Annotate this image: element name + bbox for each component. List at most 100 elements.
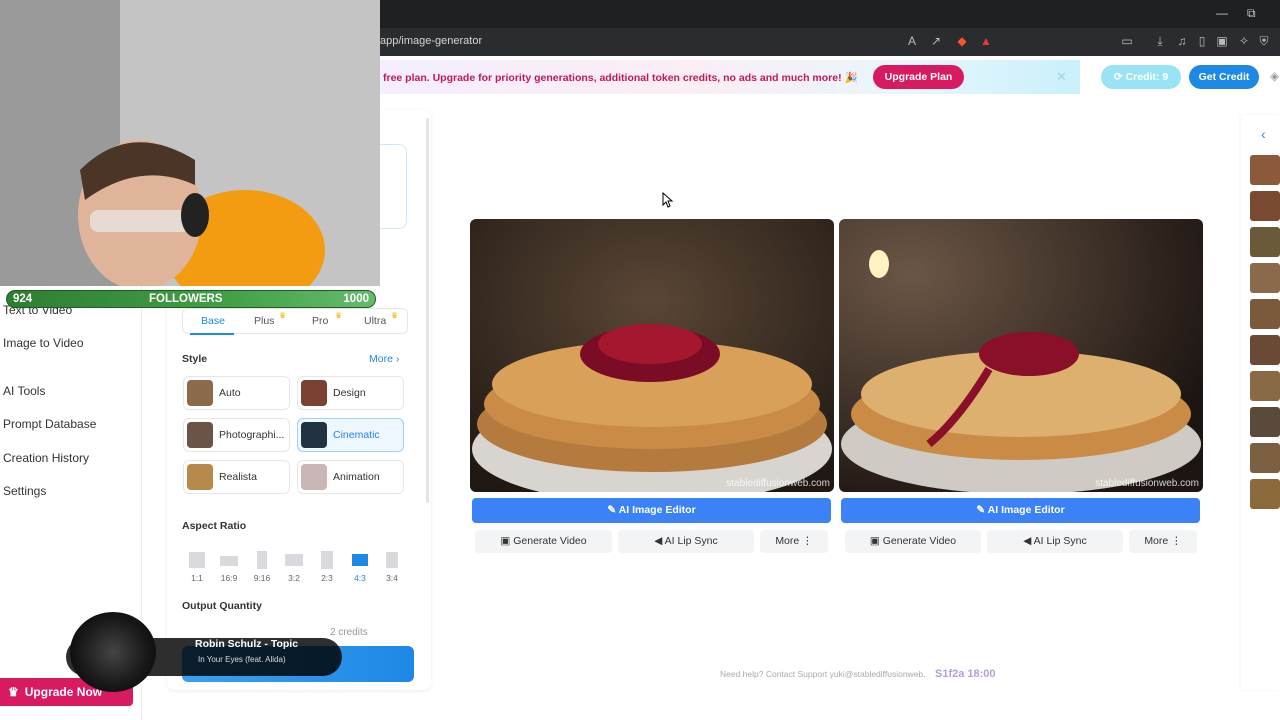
vpn-icon[interactable]: ⛨: [1257, 34, 1271, 48]
share-icon[interactable]: ↗: [929, 34, 943, 48]
pancake-image: [839, 219, 1203, 492]
history-thumb[interactable]: [1250, 263, 1280, 293]
history-thumb[interactable]: [1250, 299, 1280, 329]
ai-lip-sync-label: AI Lip Sync: [664, 535, 718, 547]
banner-text: free plan. Upgrade for priority generati…: [383, 72, 858, 84]
history-thumb[interactable]: [1250, 335, 1280, 365]
ai-image-editor-button[interactable]: ✎ AI Image Editor: [841, 498, 1200, 523]
tab-base[interactable]: Base: [201, 315, 225, 327]
style-card-auto[interactable]: Auto: [183, 376, 290, 410]
sidebar-item-settings[interactable]: Settings: [3, 484, 46, 498]
sidebar-item-creation-history[interactable]: Creation History: [3, 451, 89, 465]
panel-scrollbar[interactable]: [426, 118, 429, 503]
ratio-4-3[interactable]: 4:3: [346, 547, 374, 587]
ratio-label: 1:1: [191, 573, 203, 583]
result-image-2[interactable]: stablediffusionweb.com: [839, 219, 1203, 492]
translate-icon[interactable]: A: [905, 34, 919, 48]
ratio-16-9[interactable]: 16:9: [215, 547, 243, 587]
style-name: Realista: [219, 471, 257, 483]
prompt-input-box[interactable]: [380, 144, 407, 229]
close-icon[interactable]: ✕: [1056, 69, 1067, 85]
history-thumb[interactable]: [1250, 407, 1280, 437]
more-label: More: [775, 535, 800, 547]
wallet-icon[interactable]: ▣: [1215, 34, 1229, 48]
more-button[interactable]: More ⋮: [760, 530, 828, 553]
media-icon[interactable]: ♫: [1175, 34, 1189, 48]
sidebar-icon[interactable]: ▯: [1195, 34, 1209, 48]
ratio-shape: [386, 552, 398, 568]
generate-video-button[interactable]: ▣ Generate Video: [475, 530, 612, 553]
reader-icon[interactable]: ▭: [1120, 34, 1134, 48]
ai-image-editor-button[interactable]: ✎ AI Image Editor: [472, 498, 831, 523]
style-name: Cinematic: [333, 429, 380, 441]
ratio-shape: [321, 551, 333, 569]
ratio-2-3[interactable]: 2:3: [313, 547, 341, 587]
crown-icon: ♛: [8, 685, 19, 699]
followers-count: 924: [13, 293, 33, 305]
ratio-3-4[interactable]: 3:4: [378, 547, 406, 587]
tab-ultra[interactable]: Ultra: [364, 315, 386, 327]
ratio-shape: [285, 554, 303, 566]
ratio-label: 4:3: [354, 573, 366, 583]
gem-icon[interactable]: ◈: [1270, 69, 1279, 83]
lip-sync-icon: ◀: [654, 535, 665, 547]
history-thumb[interactable]: [1250, 191, 1280, 221]
style-card-animation[interactable]: Animation: [297, 460, 404, 494]
style-name: Design: [333, 387, 366, 399]
crown-icon: ♛: [335, 311, 343, 320]
ai-lip-sync-button[interactable]: ◀ AI Lip Sync: [618, 530, 754, 553]
tab-pro[interactable]: Pro: [312, 315, 328, 327]
style-card-photographic[interactable]: Photographi...: [183, 418, 290, 452]
credit-badge[interactable]: ⟳ Credit: 9: [1101, 65, 1181, 89]
ratio-9-16[interactable]: 9:16: [248, 547, 276, 587]
ai-lip-sync-button[interactable]: ◀ AI Lip Sync: [987, 530, 1123, 553]
minimize-icon[interactable]: —: [1216, 6, 1228, 20]
style-card-cinematic[interactable]: Cinematic: [297, 418, 404, 452]
support-text[interactable]: Need help? Contact Support yuki@stabledi…: [720, 669, 926, 679]
url-text[interactable]: app/image-generator: [380, 35, 482, 47]
chevron-left-icon[interactable]: ‹: [1261, 126, 1266, 142]
history-thumb[interactable]: [1250, 443, 1280, 473]
model-tabs: Base Plus ♛ Pro ♛ Ultra ♛: [182, 308, 408, 335]
more-label: More: [1144, 535, 1169, 547]
history-thumb[interactable]: [1250, 227, 1280, 257]
history-thumb[interactable]: [1250, 371, 1280, 401]
style-card-design[interactable]: Design: [297, 376, 404, 410]
result-image-1[interactable]: stablediffusionweb.com: [470, 219, 834, 492]
followers-goal: 1000: [343, 293, 369, 305]
upgrade-plan-button[interactable]: Upgrade Plan: [873, 65, 964, 89]
ai-lip-sync-label: AI Lip Sync: [1033, 535, 1087, 547]
more-dots-icon: ⋮: [1168, 535, 1182, 547]
ratio-1-1[interactable]: 1:1: [183, 547, 211, 587]
history-thumb[interactable]: [1250, 155, 1280, 185]
ratio-3-2[interactable]: 3:2: [280, 547, 308, 587]
rewards-icon[interactable]: ▲: [979, 34, 993, 48]
style-more-link[interactable]: More ›: [369, 353, 399, 365]
video-icon: ▣: [869, 535, 883, 547]
history-thumb[interactable]: [1250, 479, 1280, 509]
ai-icon[interactable]: ✧: [1237, 34, 1251, 48]
ratio-label: 3:2: [288, 573, 300, 583]
generate-video-label: Generate Video: [882, 535, 957, 547]
tab-plus[interactable]: Plus: [254, 315, 274, 327]
style-name: Auto: [219, 387, 241, 399]
brave-shield-icon[interactable]: ◆: [955, 34, 969, 48]
ai-image-editor-label: AI Image Editor: [618, 504, 696, 516]
style-card-realista[interactable]: Realista: [183, 460, 290, 494]
ai-image-editor-label: AI Image Editor: [987, 504, 1065, 516]
stream-clock: S1f2a 18:00: [935, 668, 996, 680]
ratio-shape: [189, 552, 205, 568]
get-credit-button[interactable]: Get Credit: [1189, 65, 1259, 89]
sidebar-item-ai-tools[interactable]: AI Tools: [3, 384, 45, 398]
style-thumb: [301, 422, 327, 448]
download-icon[interactable]: ⤓: [1153, 34, 1167, 48]
followers-label: FOLLOWERS: [149, 293, 223, 305]
generate-video-button[interactable]: ▣ Generate Video: [845, 530, 981, 553]
restore-icon[interactable]: ⧉: [1247, 6, 1256, 21]
pancake-image: [470, 219, 834, 492]
more-button[interactable]: More ⋮: [1129, 530, 1197, 553]
style-name: Photographi...: [219, 429, 285, 441]
sidebar-item-prompt-database[interactable]: Prompt Database: [3, 417, 96, 431]
sidebar-item-image-to-video[interactable]: Image to Video: [3, 336, 84, 350]
style-thumb: [301, 380, 327, 406]
